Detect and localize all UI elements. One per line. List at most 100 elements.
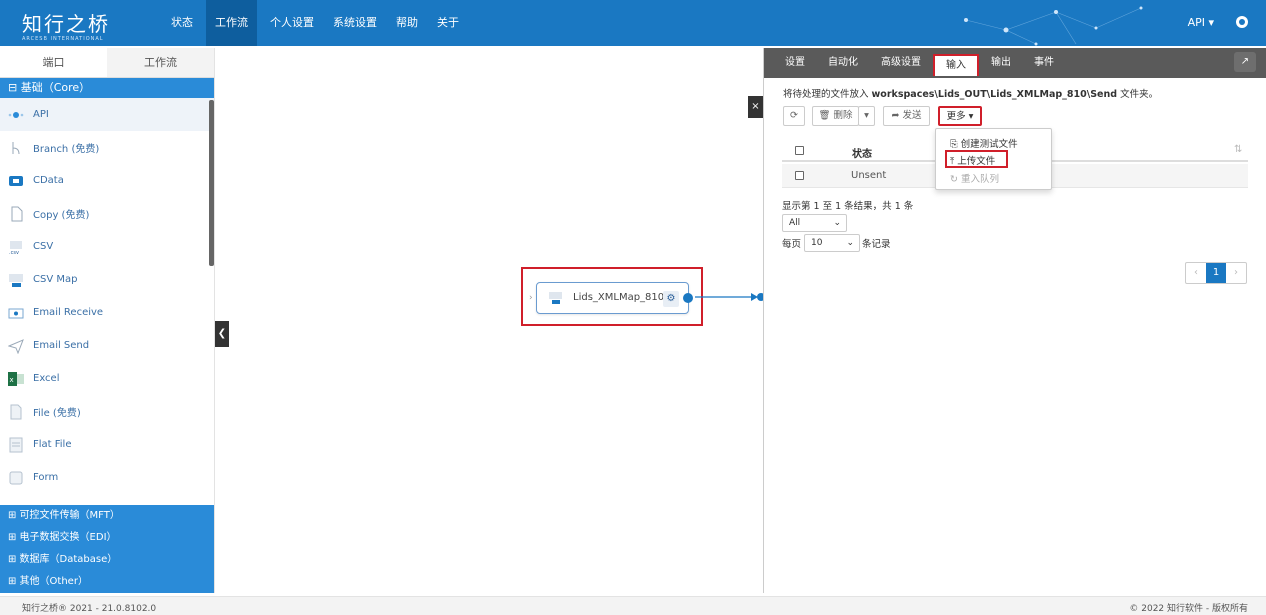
- nav-item-profile[interactable]: 个人设置: [264, 0, 320, 46]
- tab-workflows[interactable]: 工作流: [107, 48, 214, 77]
- brand-logo[interactable]: 知行之桥 ARCESB INTERNATIONAL: [22, 8, 110, 42]
- tab-settings[interactable]: 设置: [774, 48, 816, 78]
- connector-api[interactable]: API: [0, 98, 214, 131]
- connector-csv[interactable]: .csv CSV: [0, 230, 214, 263]
- tab-advanced[interactable]: 高级设置: [870, 48, 932, 78]
- tab-events[interactable]: 事件: [1023, 48, 1065, 78]
- page-info: 显示第 1 至 1 条结果，共 1 条: [782, 201, 914, 212]
- per-page-value: 10: [811, 238, 823, 248]
- column-status[interactable]: 状态: [852, 145, 872, 160]
- file-icon: [8, 404, 24, 420]
- delete-button[interactable]: 🗑 删除: [812, 106, 859, 126]
- xml-map-icon: [549, 292, 562, 304]
- connector-label: CData: [33, 175, 64, 186]
- collapse-sidebar-button[interactable]: ❮: [215, 321, 229, 347]
- email-receive-icon: [8, 305, 24, 321]
- connector-branch[interactable]: Branch (免费): [0, 131, 214, 164]
- delete-options-caret[interactable]: ▾: [858, 106, 875, 126]
- popout-icon[interactable]: ↗: [1234, 52, 1256, 72]
- nav-item-help[interactable]: 帮助: [390, 0, 424, 46]
- connector-label: Form: [33, 472, 59, 483]
- tab-automation[interactable]: 自动化: [817, 48, 869, 78]
- input-port-icon[interactable]: ›: [529, 293, 533, 303]
- nav-item-about[interactable]: 关于: [431, 0, 465, 46]
- refresh-button[interactable]: ⟳: [783, 106, 805, 126]
- csv-icon: .csv: [8, 239, 24, 256]
- prev-page-button[interactable]: ‹: [1186, 263, 1206, 283]
- workflow-node[interactable]: Lids_XMLMap_810 ⚙: [536, 282, 693, 314]
- connector-file[interactable]: File (免费): [0, 395, 214, 428]
- per-page-label: 每页: [782, 239, 802, 250]
- group-other[interactable]: ⊞ 其他（Other）: [0, 571, 214, 593]
- chevron-down-icon: ⌄: [846, 238, 854, 248]
- page-1-button[interactable]: 1: [1206, 263, 1226, 283]
- gear-icon[interactable]: ⚙: [663, 291, 679, 307]
- tab-output[interactable]: 输出: [980, 48, 1022, 78]
- footer-copyright: © 2022 知行软件 - 版权所有: [1129, 604, 1248, 614]
- sidebar-scrollbar[interactable]: [209, 100, 214, 266]
- flat-file-icon: [8, 437, 24, 453]
- hint-prefix: 将待处理的文件放入: [783, 89, 872, 100]
- excel-icon: x: [8, 371, 24, 387]
- per-page-suffix: 条记录: [862, 239, 891, 250]
- tab-input[interactable]: 输入: [933, 54, 979, 76]
- tab-ports[interactable]: 端口: [0, 48, 107, 77]
- connector-form[interactable]: Form: [0, 461, 214, 494]
- connector-label: Email Receive: [33, 307, 104, 318]
- connector-csv-map[interactable]: CSV Map: [0, 263, 214, 296]
- sort-icon[interactable]: ⇅: [1234, 144, 1242, 155]
- branch-icon: [8, 140, 24, 156]
- connector-sidebar: 端口 工作流 ⊟ 基础（Core） API Branch (免费) CData …: [0, 48, 215, 593]
- upload-highlight-box: [945, 150, 1008, 168]
- per-page-row: 每页: [782, 236, 801, 250]
- row-checkbox[interactable]: [795, 171, 804, 180]
- send-button[interactable]: ➦ 发送: [883, 106, 930, 126]
- filter-value: All: [789, 218, 801, 228]
- output-port-icon[interactable]: [683, 293, 693, 303]
- connector-flat-file[interactable]: Flat File: [0, 428, 214, 461]
- top-navbar: 知行之桥 ARCESB INTERNATIONAL 状态 工作流 个人设置 系统…: [0, 0, 1266, 46]
- menu-requeue[interactable]: ↻ 重入队列: [950, 171, 999, 185]
- help-icon[interactable]: [1236, 16, 1248, 28]
- connector-label: Flat File: [33, 439, 72, 450]
- connector-label: CSV: [33, 241, 54, 252]
- main-nav: 状态 工作流 个人设置 系统设置 帮助 关于: [165, 0, 472, 46]
- row-status: Unsent: [851, 170, 887, 181]
- connector-cdata[interactable]: CData: [0, 164, 214, 197]
- section-core[interactable]: ⊟ 基础（Core）: [0, 78, 214, 98]
- footer: 知行之桥® 2021 - 21.0.8102.0 © 2022 知行软件 - 版…: [0, 596, 1266, 615]
- select-all-checkbox[interactable]: [795, 146, 804, 155]
- svg-text:x: x: [10, 376, 14, 384]
- group-mft[interactable]: ⊞ 可控文件传输（MFT）: [0, 505, 214, 527]
- nav-item-status[interactable]: 状态: [165, 0, 199, 46]
- connector-groups: ⊞ 可控文件传输（MFT） ⊞ 电子数据交换（EDI） ⊞ 数据库（Databa…: [0, 505, 214, 593]
- pagination: ‹ 1 ›: [1185, 262, 1247, 284]
- chevron-down-icon: ⌄: [833, 218, 841, 228]
- user-menu[interactable]: API ▾: [1188, 0, 1214, 46]
- filter-select[interactable]: All ⌄: [782, 214, 847, 232]
- connector-email-send[interactable]: Email Send: [0, 329, 214, 362]
- connector-copy[interactable]: Copy (免费): [0, 197, 214, 230]
- footer-version: 知行之桥® 2021 - 21.0.8102.0: [22, 604, 157, 614]
- next-page-button[interactable]: ›: [1226, 263, 1246, 283]
- constellation-decoration: [964, 6, 1143, 46]
- redo-icon: ↻: [950, 174, 961, 185]
- menu-create-test-file[interactable]: ⎘ 创建测试文件: [950, 136, 1018, 150]
- group-database[interactable]: ⊞ 数据库（Database）: [0, 549, 214, 571]
- close-panel-button[interactable]: ×: [748, 96, 763, 118]
- email-send-icon: [7, 338, 24, 354]
- group-edi[interactable]: ⊞ 电子数据交换（EDI）: [0, 527, 214, 549]
- nav-item-workflow[interactable]: 工作流: [206, 0, 257, 46]
- form-icon: [8, 470, 24, 486]
- menu-label: 创建测试文件: [960, 139, 1018, 150]
- connector-list: API Branch (免费) CData Copy (免费) .csv CSV…: [0, 98, 214, 523]
- per-page-select[interactable]: 10 ⌄: [804, 234, 860, 252]
- connector-email-receive[interactable]: Email Receive: [0, 296, 214, 329]
- more-button[interactable]: 更多 ▾: [938, 106, 982, 126]
- panel-tabs: 设置 自动化 高级设置 输入 输出 事件 ↗: [764, 48, 1266, 78]
- connector-excel[interactable]: x Excel: [0, 362, 214, 395]
- nav-item-settings[interactable]: 系统设置: [327, 0, 383, 46]
- connector-label: Branch (免费): [33, 144, 100, 155]
- hint-path: workspaces\Lids_OUT\Lids_XMLMap_810\Send: [871, 89, 1118, 100]
- menu-label: 重入队列: [960, 174, 999, 185]
